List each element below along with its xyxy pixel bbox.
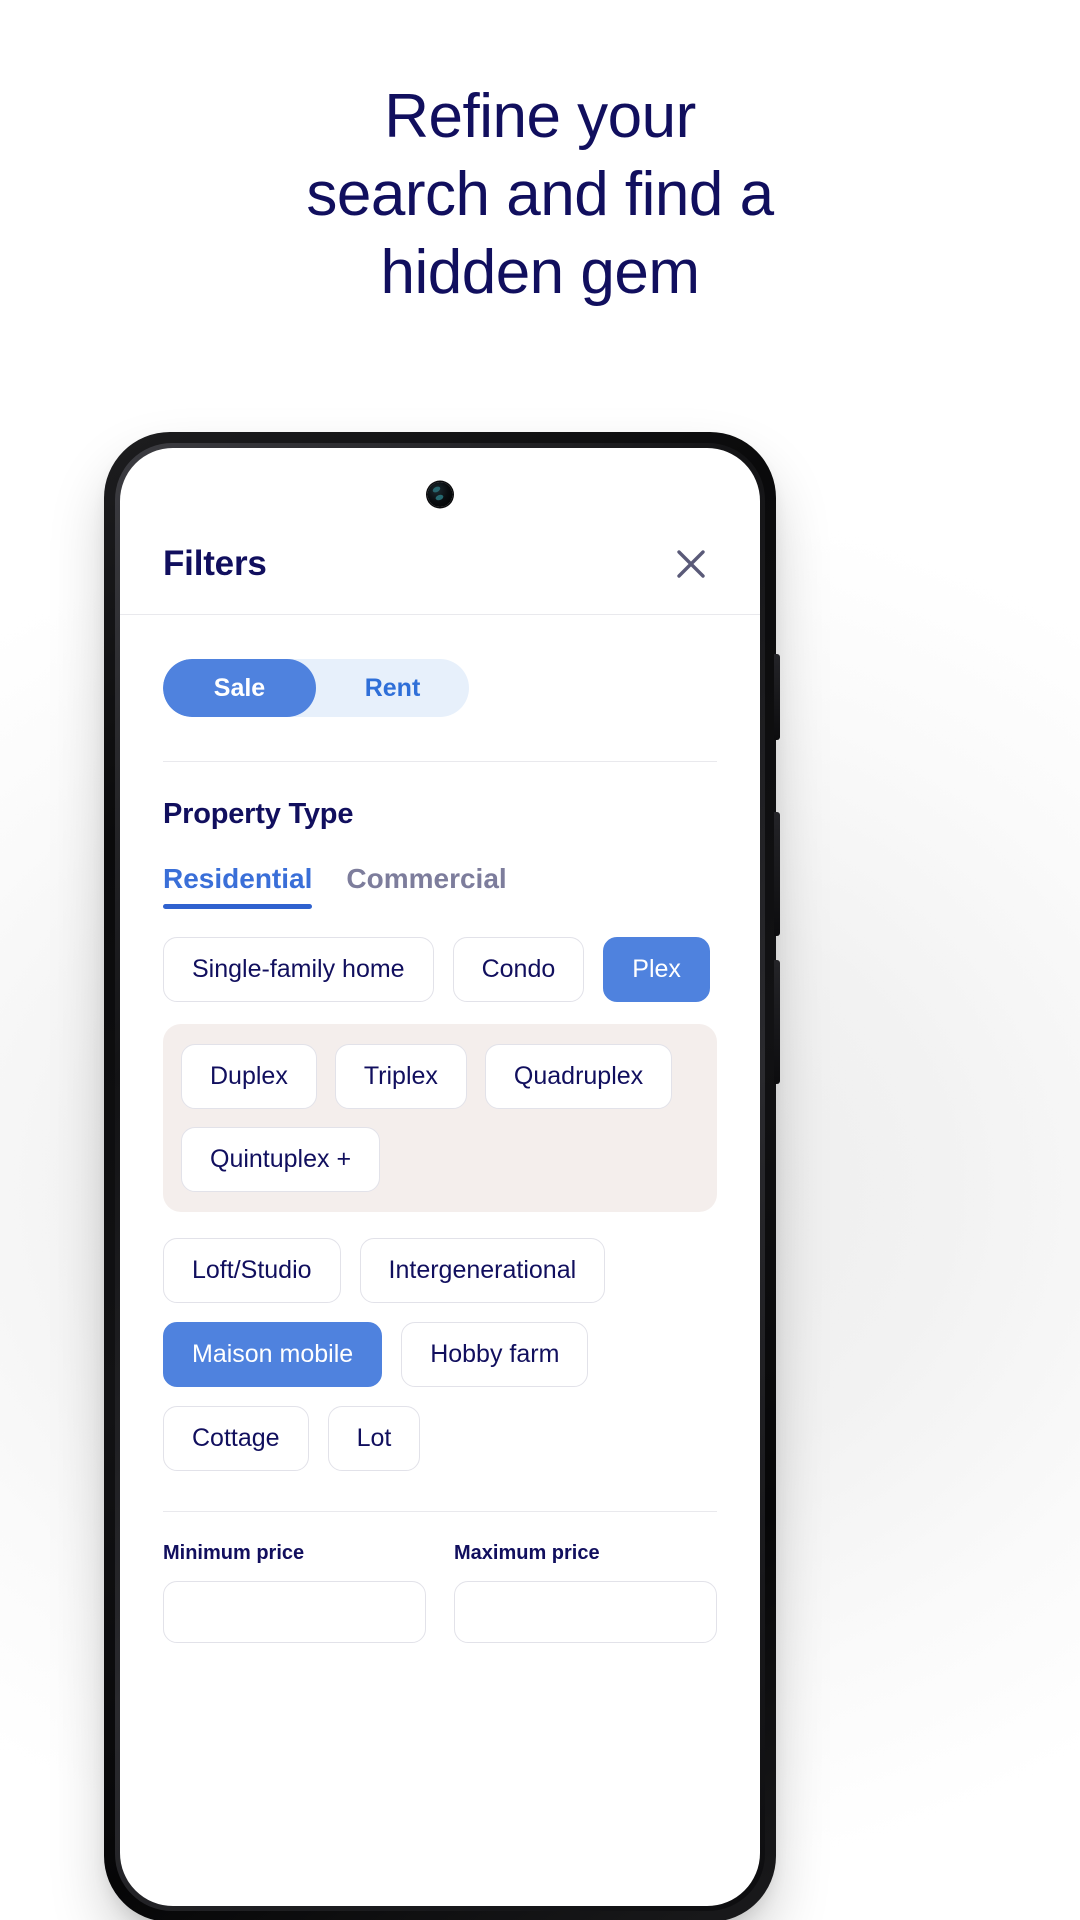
filters-app: Filters Sale Rent Property Type Resident…: [120, 448, 760, 1906]
plex-subtype-panel: Duplex Triplex Quadruplex Quintuplex +: [163, 1024, 717, 1212]
primary-chip-row: Single-family home Condo Plex: [120, 909, 760, 1002]
chip-lot[interactable]: Lot: [327, 1406, 421, 1471]
chip-quadruplex[interactable]: Quadruplex: [484, 1044, 673, 1109]
headline-line-3: hidden gem: [380, 238, 700, 307]
phone-button-power[interactable]: [774, 960, 780, 1084]
filters-header: Filters: [120, 522, 760, 614]
segment-option-sale[interactable]: Sale: [163, 659, 316, 717]
price-range-section: Minimum price Maximum price: [120, 1512, 760, 1643]
other-chip-row: Loft/Studio Intergenerational Maison mob…: [120, 1238, 760, 1471]
minimum-price-input[interactable]: [163, 1581, 426, 1643]
chip-single-family-home[interactable]: Single-family home: [163, 937, 434, 1002]
maximum-price-label: Maximum price: [454, 1542, 600, 1564]
headline-line-2: search and find a: [306, 160, 774, 229]
chip-maison-mobile[interactable]: Maison mobile: [163, 1322, 383, 1387]
phone-frame: Filters Sale Rent Property Type Resident…: [104, 432, 780, 1920]
chip-loft-studio[interactable]: Loft/Studio: [163, 1238, 341, 1303]
phone-button-volume[interactable]: [774, 812, 780, 936]
chip-cottage[interactable]: Cottage: [163, 1406, 309, 1471]
chip-triplex[interactable]: Triplex: [334, 1044, 467, 1109]
chip-intergenerational[interactable]: Intergenerational: [359, 1238, 606, 1303]
maximum-price-input[interactable]: [454, 1581, 717, 1643]
segment-option-rent[interactable]: Rent: [316, 659, 469, 717]
headline-line-1: Refine your: [384, 82, 696, 151]
segment-spacer: [120, 717, 760, 761]
property-type-tabs: Residential Commercial: [120, 831, 760, 909]
page-headline: Refine your search and find a hidden gem: [0, 78, 1080, 312]
chip-plex[interactable]: Plex: [603, 937, 710, 1002]
listing-type-control: Sale Rent: [120, 615, 760, 717]
chip-duplex[interactable]: Duplex: [181, 1044, 317, 1109]
chip-quintuplex-plus[interactable]: Quintuplex +: [181, 1127, 381, 1192]
phone-bezel: Filters Sale Rent Property Type Resident…: [115, 443, 765, 1911]
page-title: Filters: [163, 544, 267, 583]
listing-type-segment: Sale Rent: [163, 659, 469, 717]
chip-condo[interactable]: Condo: [452, 937, 585, 1002]
phone-screen: Filters Sale Rent Property Type Resident…: [120, 448, 760, 1906]
tab-commercial[interactable]: Commercial: [346, 863, 506, 909]
tab-residential[interactable]: Residential: [163, 863, 313, 909]
phone-mockup: Filters Sale Rent Property Type Resident…: [104, 432, 780, 1920]
phone-button-mute[interactable]: [774, 654, 780, 740]
minimum-price-label: Minimum price: [163, 1542, 305, 1564]
minimum-price-group: Minimum price: [163, 1542, 426, 1643]
maximum-price-group: Maximum price: [454, 1542, 717, 1643]
chip-hobby-farm[interactable]: Hobby farm: [401, 1322, 589, 1387]
section-title-property-type: Property Type: [163, 798, 354, 830]
close-icon[interactable]: [669, 542, 713, 586]
